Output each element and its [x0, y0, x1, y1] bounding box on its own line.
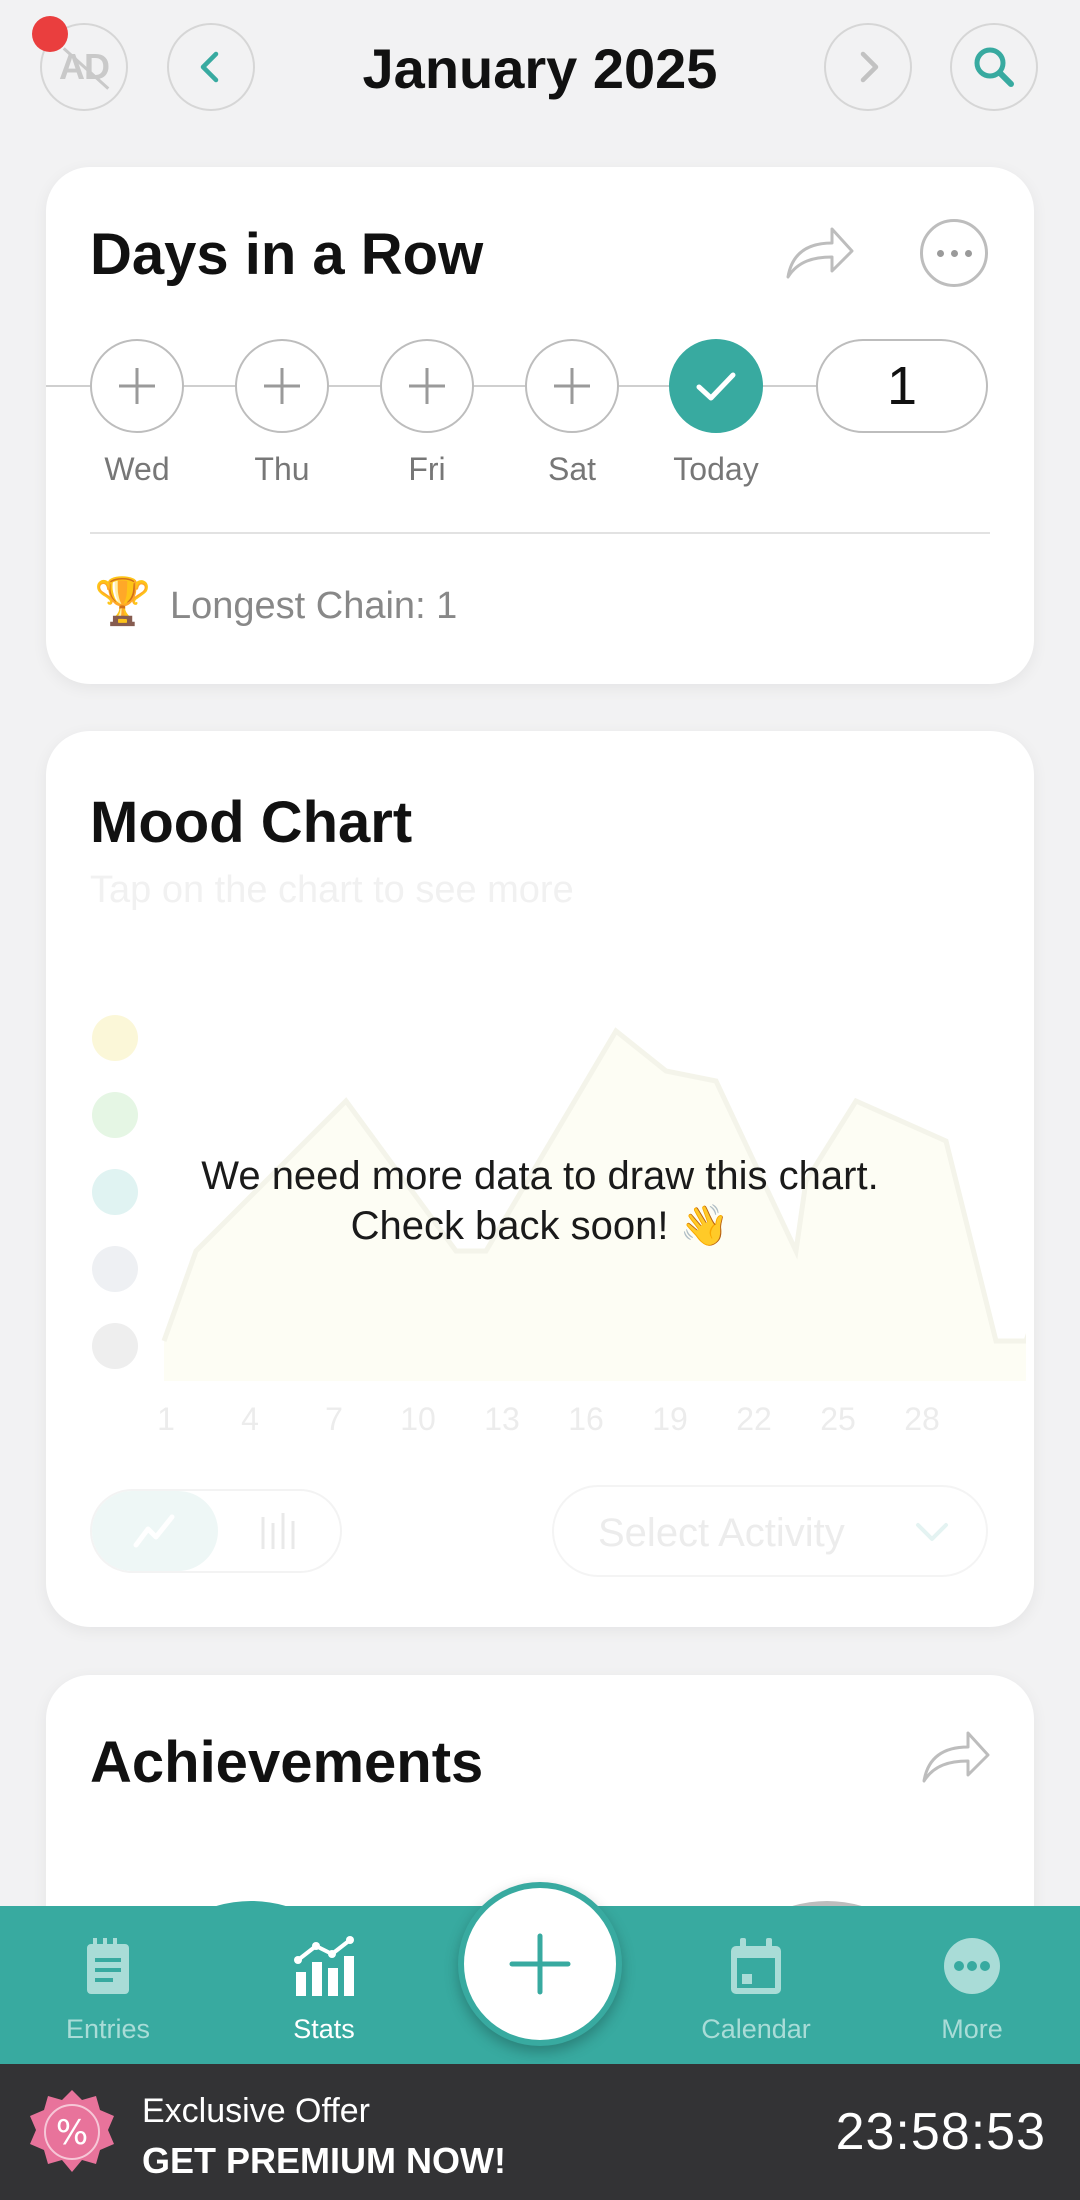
calendar-icon — [731, 1938, 781, 1994]
discount-badge-icon: % — [30, 2090, 114, 2172]
day-label: Thu — [254, 451, 310, 487]
share-icon[interactable] — [920, 1727, 992, 1787]
day-circle-thu[interactable] — [235, 339, 329, 433]
divider — [90, 532, 990, 534]
mood-awful-icon — [92, 1323, 138, 1369]
x-tick-label: 10 — [400, 1401, 436, 1437]
dot — [936, 249, 944, 257]
share-icon[interactable] — [784, 223, 856, 283]
plus-icon — [119, 368, 155, 404]
streak-count: 1 — [816, 339, 988, 433]
days-in-a-row-card: Days in a Row Wed Thu Fri Sat Today 1 🏆 … — [46, 167, 1034, 684]
mood-chart-subtitle: Tap on the chart to see more — [90, 869, 574, 911]
plus-icon — [509, 1933, 571, 1995]
day-circle-wed[interactable] — [90, 339, 184, 433]
select-activity-label: Select Activity — [598, 1511, 845, 1555]
chevron-right-icon — [860, 51, 879, 83]
dot — [964, 249, 972, 257]
stats-icon — [294, 1936, 354, 1996]
search-icon — [974, 47, 1014, 87]
nav-label-more: More — [941, 2014, 1003, 2044]
longest-chain-text: Longest Chain: 1 — [170, 585, 458, 627]
select-activity-dropdown[interactable]: Select Activity — [552, 1485, 988, 1577]
checkmark-icon — [696, 372, 736, 401]
bar-chart-icon — [261, 1513, 295, 1549]
previous-month-button[interactable] — [167, 23, 255, 111]
offer-countdown-timer: 23:58:53 — [835, 2103, 1046, 2161]
top-bar: AD January 2025 — [0, 0, 1080, 140]
day-circle-sat[interactable] — [525, 339, 619, 433]
day-label: Wed — [104, 451, 170, 487]
x-tick-label: 19 — [652, 1401, 688, 1437]
x-tick-label: 7 — [325, 1401, 343, 1437]
add-entry-button[interactable] — [458, 1882, 622, 2046]
mood-good-icon — [92, 1092, 138, 1138]
mood-rad-icon — [92, 1015, 138, 1061]
mood-bad-icon — [92, 1246, 138, 1292]
line-chart-icon — [133, 1514, 175, 1548]
chevron-left-icon — [200, 51, 219, 83]
mood-chart-title: Mood Chart — [90, 790, 413, 855]
empty-message-line2: Check back soon! 👋 — [350, 1204, 730, 1248]
notepad-icon — [87, 1938, 129, 1994]
chart-type-toggle[interactable] — [90, 1489, 342, 1573]
next-month-button[interactable] — [824, 23, 912, 111]
x-tick-label: 1 — [157, 1401, 175, 1437]
nav-label-entries: Entries — [65, 2014, 151, 2044]
x-tick-label: 25 — [820, 1401, 856, 1437]
badge-symbol: % — [56, 2113, 88, 2153]
mood-chart-card[interactable]: Mood Chart Tap on the chart to see more … — [46, 731, 1034, 1627]
x-tick-label: 22 — [736, 1401, 772, 1437]
premium-offer-banner[interactable]: % Exclusive Offer GET PREMIUM NOW! 23:58… — [0, 2064, 1080, 2200]
x-tick-label: 4 — [241, 1401, 259, 1437]
nav-item-calendar[interactable]: Calendar — [676, 1906, 836, 2064]
more-dots-icon — [944, 1938, 1000, 1994]
trophy-icon: 🏆 — [94, 575, 152, 627]
chevron-down-icon — [916, 1523, 948, 1541]
day-label: Today — [673, 451, 759, 487]
x-axis-labels: 1 4 7 10 13 16 19 22 25 28 — [136, 1401, 956, 1441]
bar-chart-toggle[interactable] — [218, 1491, 342, 1571]
day-circle-fri[interactable] — [380, 339, 474, 433]
plus-icon — [409, 368, 445, 404]
search-button[interactable] — [950, 23, 1038, 111]
x-tick-label: 13 — [484, 1401, 520, 1437]
notification-dot — [32, 16, 68, 52]
x-tick-label: 28 — [904, 1401, 940, 1437]
plus-icon — [264, 368, 300, 404]
nav-item-more[interactable]: More — [892, 1906, 1052, 2064]
offer-cta: GET PREMIUM NOW! — [142, 2140, 506, 2181]
day-label: Sat — [547, 451, 597, 487]
day-label: Fri — [408, 451, 446, 487]
achievements-title: Achievements — [90, 1730, 484, 1795]
empty-message-line1: We need more data to draw this chart. — [201, 1154, 879, 1198]
empty-chart-message: We need more data to draw this chart. Ch… — [46, 1151, 1034, 1251]
nav-label-calendar: Calendar — [701, 2014, 811, 2044]
day-circle-today[interactable] — [669, 339, 763, 433]
offer-title: Exclusive Offer — [142, 2092, 371, 2130]
dot — [950, 249, 958, 257]
x-tick-label: 16 — [568, 1401, 604, 1437]
nav-item-stats[interactable]: Stats — [244, 1906, 404, 2064]
more-options-button[interactable] — [920, 219, 988, 287]
nav-item-entries[interactable]: Entries — [28, 1906, 188, 2064]
line-chart-toggle[interactable] — [92, 1491, 218, 1571]
month-title: January 2025 — [362, 37, 718, 100]
days-in-a-row-title: Days in a Row — [90, 222, 484, 287]
plus-icon — [554, 368, 590, 404]
nav-label-stats: Stats — [293, 2014, 355, 2044]
